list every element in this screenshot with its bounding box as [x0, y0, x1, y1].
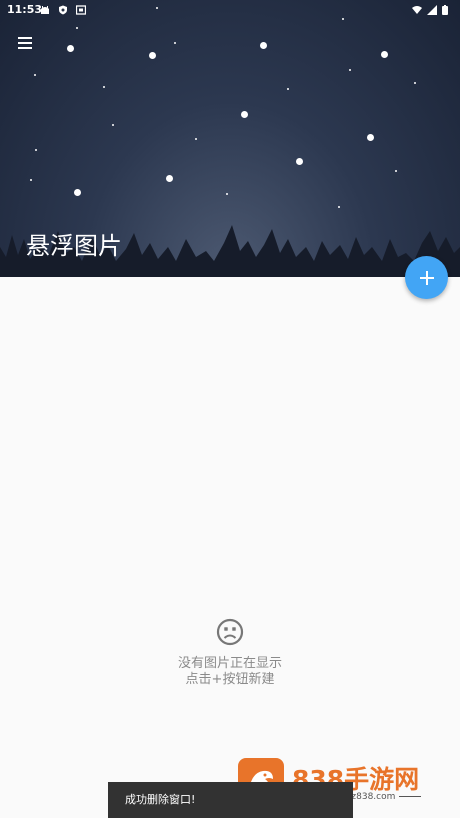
signal-icon [427, 5, 437, 15]
star [103, 86, 105, 88]
page-title: 悬浮图片 [26, 232, 122, 260]
status-bar: 11:53 [0, 0, 460, 20]
star [287, 88, 289, 90]
star [260, 42, 267, 49]
star [338, 206, 340, 208]
star [112, 124, 114, 126]
star [395, 170, 397, 172]
snackbar-message: 成功删除窗口! [125, 793, 196, 806]
star [241, 111, 248, 118]
shield-icon [59, 5, 67, 15]
star [76, 27, 78, 29]
star [30, 179, 32, 181]
star [367, 134, 374, 141]
snackbar: 成功删除窗口! [108, 782, 353, 818]
empty-state-line2: 点击+按钮新建 [185, 672, 275, 687]
star [34, 74, 36, 76]
cast-icon [76, 5, 86, 15]
star [67, 45, 74, 52]
app-header: 11:53 悬浮图片 [0, 0, 460, 277]
star [74, 189, 81, 196]
add-image-button[interactable] [405, 256, 448, 299]
star [296, 158, 303, 165]
empty-state-line1: 没有图片正在显示 [177, 656, 282, 671]
star [414, 82, 416, 84]
empty-state: 没有图片正在显示 点击+按钮新建 [0, 618, 460, 688]
hamburger-menu-icon[interactable] [18, 34, 38, 52]
star [174, 42, 176, 44]
plus-icon [419, 270, 434, 285]
star [35, 149, 37, 151]
star [195, 138, 197, 140]
star [381, 51, 388, 58]
sad-face-icon [216, 618, 244, 646]
star [149, 52, 156, 59]
star [349, 69, 351, 71]
battery-icon [442, 5, 448, 15]
android-icon [41, 6, 49, 14]
status-time: 11:53 [7, 3, 43, 16]
star [226, 193, 228, 195]
wifi-icon [412, 6, 422, 14]
star [166, 175, 173, 182]
